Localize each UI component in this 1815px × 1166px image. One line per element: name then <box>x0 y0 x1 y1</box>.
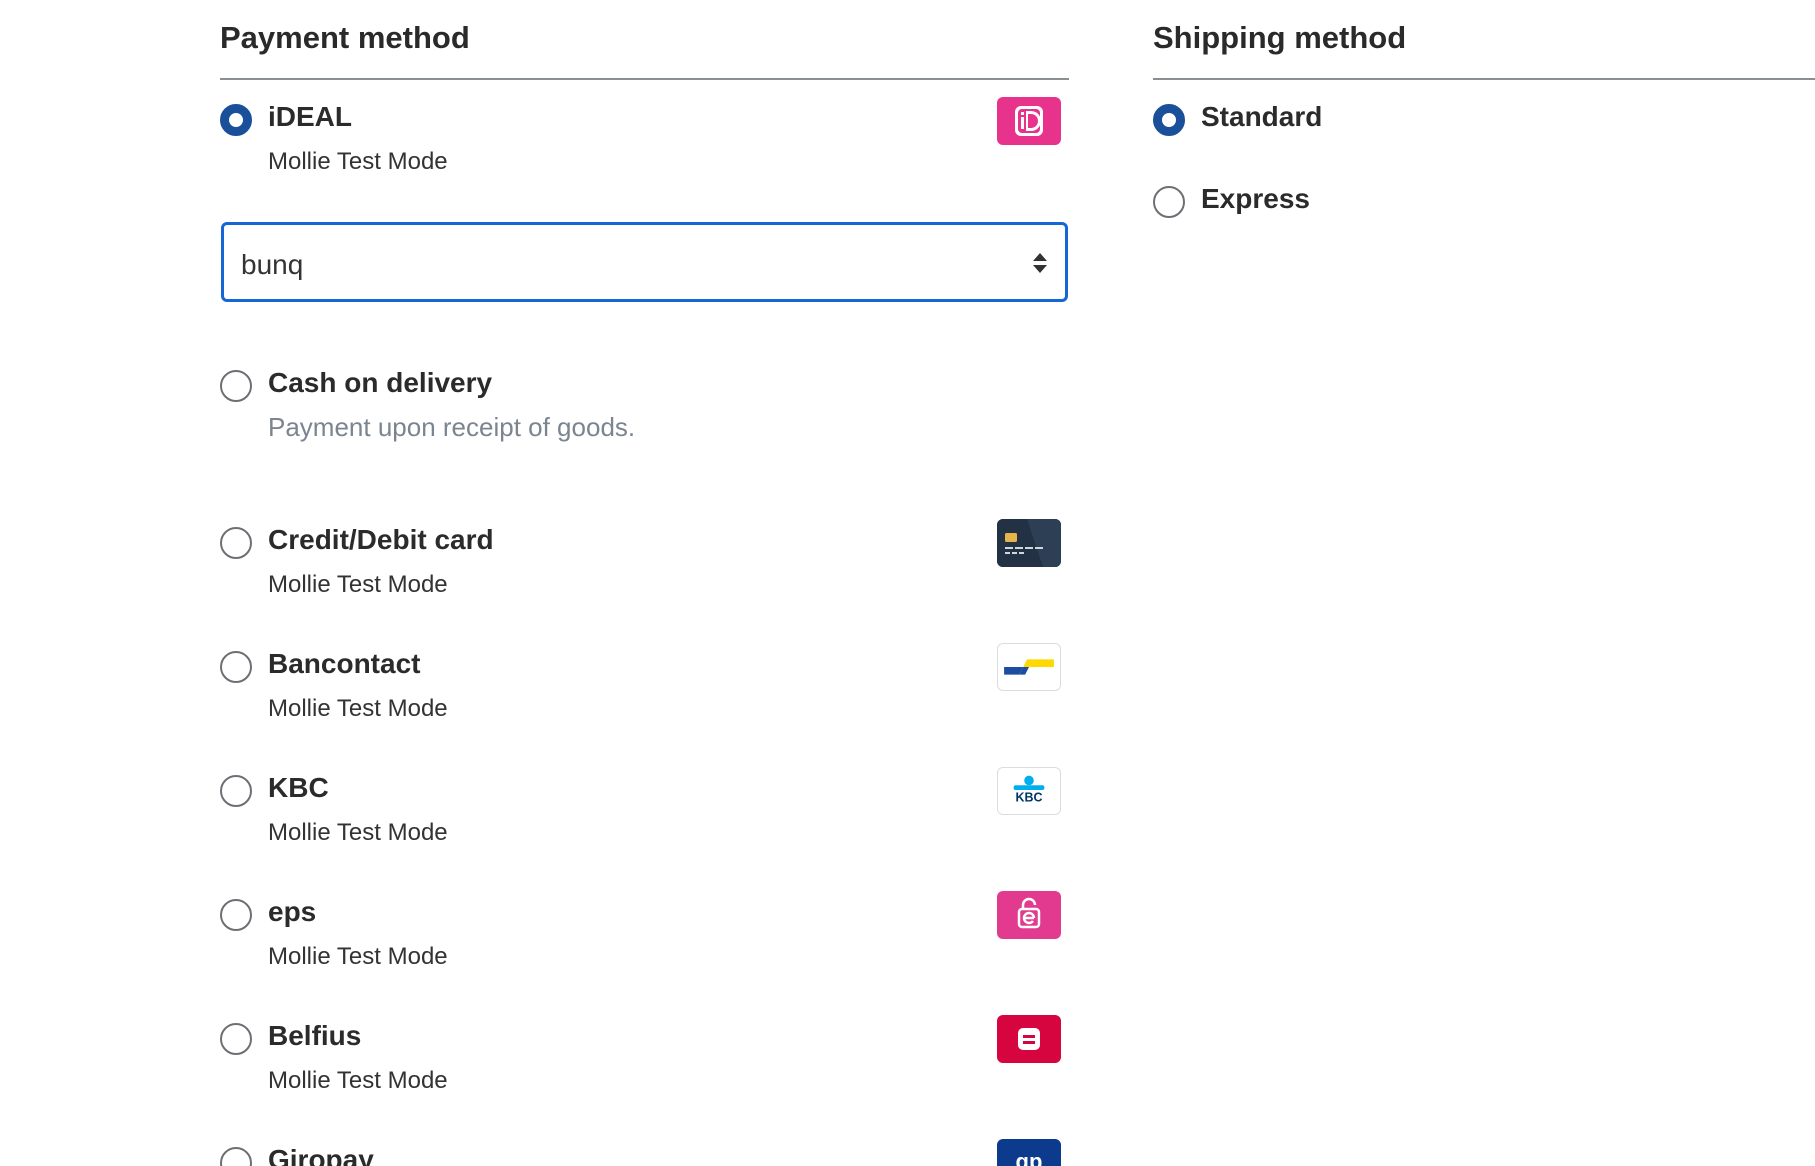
bancontact-logo-icon <box>997 643 1061 691</box>
radio-kbc[interactable] <box>220 775 252 807</box>
option-title-standard[interactable]: Standard <box>1201 101 1322 133</box>
option-title-kbc[interactable]: KBC <box>268 772 329 804</box>
option-title-giropay[interactable]: Giropay <box>268 1144 374 1166</box>
radio-belfius[interactable] <box>220 1023 252 1055</box>
checkout-page: Payment method iDEAL Mollie Test Mode bu… <box>0 0 1815 1166</box>
belfius-logo-icon <box>997 1015 1061 1063</box>
option-title-belfius[interactable]: Belfius <box>268 1020 361 1052</box>
option-title-express[interactable]: Express <box>1201 183 1310 215</box>
bank-select-value: bunq <box>241 249 304 280</box>
radio-cash-on-delivery[interactable] <box>220 370 252 402</box>
kbc-logo-icon: KBC <box>997 767 1061 815</box>
option-subtitle-eps: Mollie Test Mode <box>268 943 448 970</box>
radio-express[interactable] <box>1153 186 1185 218</box>
eps-logo-icon <box>997 891 1061 939</box>
option-title-ideal[interactable]: iDEAL <box>268 101 352 133</box>
option-subtitle-bancontact: Mollie Test Mode <box>268 695 448 722</box>
shipping-method-title: Shipping method <box>1153 20 1407 55</box>
radio-ideal[interactable] <box>220 104 252 136</box>
radio-eps[interactable] <box>220 899 252 931</box>
payment-method-title: Payment method <box>220 20 470 55</box>
giropay-logo-icon: gp <box>997 1139 1061 1166</box>
option-title-cash-on-delivery[interactable]: Cash on delivery <box>268 367 492 399</box>
credit-card-logo-icon <box>997 519 1061 567</box>
radio-standard[interactable] <box>1153 104 1185 136</box>
shipping-method-divider <box>1153 78 1815 80</box>
payment-method-divider <box>220 78 1069 80</box>
option-subtitle-kbc: Mollie Test Mode <box>268 819 448 846</box>
option-subtitle-credit-card: Mollie Test Mode <box>268 571 448 598</box>
radio-bancontact[interactable] <box>220 651 252 683</box>
option-subtitle-ideal: Mollie Test Mode <box>268 148 448 175</box>
svg-text:gp: gp <box>1016 1149 1043 1166</box>
select-arrows-icon <box>1033 253 1047 273</box>
option-title-credit-card[interactable]: Credit/Debit card <box>268 524 494 556</box>
ideal-logo-icon <box>997 97 1061 145</box>
option-subtitle-belfius: Mollie Test Mode <box>268 1067 448 1094</box>
radio-giropay[interactable] <box>220 1147 252 1166</box>
bank-select[interactable]: bunq <box>221 222 1068 302</box>
option-subtitle-cash-on-delivery: Payment upon receipt of goods. <box>268 412 636 442</box>
option-title-bancontact[interactable]: Bancontact <box>268 648 420 680</box>
svg-text:KBC: KBC <box>1016 791 1043 805</box>
radio-credit-card[interactable] <box>220 527 252 559</box>
option-title-eps[interactable]: eps <box>268 896 316 928</box>
